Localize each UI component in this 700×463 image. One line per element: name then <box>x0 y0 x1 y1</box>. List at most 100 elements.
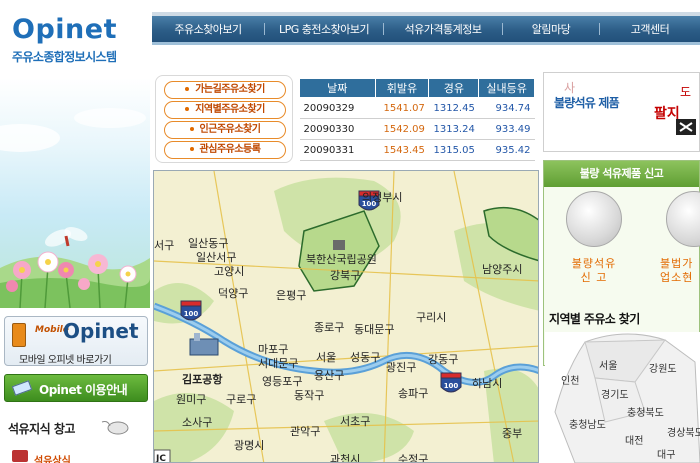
row-date: 20090330 <box>299 118 376 140</box>
bullet-icon <box>185 107 190 111</box>
quick-label: 가는길주유소찾기 <box>195 84 265 95</box>
price-table: 날짜 휘발유 경유 실내등유 20090329 1541.07 1312.45 … <box>299 78 535 161</box>
map-label: 광명시 <box>234 439 264 452</box>
guide-icon <box>11 380 33 396</box>
map-label: 구리시 <box>416 311 446 324</box>
phone-report-icon[interactable] <box>666 191 700 247</box>
row-diesel: 1313.24 <box>428 118 479 140</box>
region-label[interactable]: 충청남도 <box>569 419 606 431</box>
region-label[interactable]: 인천 <box>561 375 579 387</box>
korea-region-map[interactable]: 서울 인천 강원도 경기도 충청북도 충청남도 대전 경상북도 대구 <box>545 332 700 463</box>
oil-info-link[interactable]: 석유상식 <box>34 452 71 463</box>
map-label: 서구 <box>154 239 174 252</box>
region-label[interactable]: 대전 <box>625 435 643 447</box>
nav-item-customer-center[interactable]: 고객센터 <box>600 21 700 37</box>
oil-info-icon <box>12 450 28 462</box>
map-label: 서초구 <box>340 415 370 428</box>
mobile-phone-icon <box>12 323 26 347</box>
page: Opinet 주유소종합정보시스템 Mobile Opinet 모바일 오피넷 … <box>0 0 700 463</box>
mouse-icon <box>101 421 129 435</box>
region-label[interactable]: 강원도 <box>649 363 677 375</box>
map-label: 남양주시 <box>482 263 522 276</box>
table-row: 20090329 1541.07 1312.45 934.74 <box>299 97 535 119</box>
guide-label: Opinet 이용안내 <box>39 383 128 397</box>
flower-illustration <box>0 108 150 308</box>
map-canvas[interactable]: 100 100 100 의정부시 일산동구 서구 일산서구 덕양구 고양시 북한… <box>154 171 539 463</box>
region-label[interactable]: 대구 <box>657 449 675 461</box>
quick-label: 인근주유소찾기 <box>199 124 261 135</box>
shield-number: 100 <box>444 382 459 390</box>
nav-item-statistics[interactable]: 석유가격통계정보 <box>384 21 502 37</box>
map-label: 강동구 <box>428 353 458 366</box>
row-gasoline: 1542.09 <box>375 118 429 140</box>
map-label: 송파구 <box>398 387 428 400</box>
opinet-guide-button[interactable]: Opinet 이용안내 <box>4 374 148 402</box>
quick-route-search[interactable]: 가는길주유소찾기 <box>164 81 286 99</box>
map-label: 덕양구 <box>218 287 248 300</box>
bullet-icon <box>189 147 194 151</box>
banner-text-c: 도 <box>680 85 692 99</box>
row-gasoline: 1543.45 <box>375 139 429 161</box>
row-date: 20090331 <box>299 139 376 161</box>
region-search-title: 지역별 주유소 찾기 <box>549 312 640 326</box>
map-label: 고양시 <box>214 265 244 278</box>
report-left-label[interactable]: 불량석유 신 고 <box>558 257 630 285</box>
col-gasoline: 휘발유 <box>374 78 430 98</box>
map-label: 소사구 <box>182 416 212 429</box>
decorative-flower-scene <box>0 78 150 308</box>
map-label: 하남시 <box>472 376 502 390</box>
bad-oil-banner[interactable]: 사 불량석유 제품 팔지 도 <box>543 72 700 152</box>
table-row: 20090331 1543.45 1315.05 935.42 <box>299 139 535 161</box>
map-label: 수정구 <box>398 453 428 463</box>
row-date: 20090329 <box>299 97 376 119</box>
map-label: 마포구 <box>258 343 288 356</box>
map-label: 광진구 <box>386 361 416 374</box>
shield-number: 100 <box>184 310 199 318</box>
bullet-icon <box>189 127 194 131</box>
map-label: 동작구 <box>294 389 324 402</box>
map-label: 영등포구 <box>262 375 302 388</box>
gas-can-icon <box>676 119 696 135</box>
quick-nearby-search[interactable]: 인근주유소찾기 <box>164 121 286 139</box>
map-label: 김포공항 <box>182 372 222 386</box>
row-diesel: 1315.05 <box>428 139 479 161</box>
map-label: 강북구 <box>330 269 360 282</box>
map-label: 의정부시 <box>362 191 402 204</box>
map-label: 성동구 <box>350 351 380 364</box>
report-title[interactable]: 불량 석유제품 신고 <box>544 161 699 187</box>
row-kerosene: 935.42 <box>478 139 535 161</box>
main-navigation: 주유소찾아보기 LPG 충전소찾아보기 석유가격통계정보 알림마당 고객센터 <box>152 16 700 45</box>
region-map[interactable]: 서울 인천 강원도 경기도 충청북도 충청남도 대전 경상북도 대구 <box>545 332 700 463</box>
nav-item-stations[interactable]: 주유소찾아보기 <box>152 21 264 37</box>
quick-favorite-register[interactable]: 관심주유소등록 <box>164 141 286 159</box>
row-diesel: 1312.45 <box>428 97 479 119</box>
map-label: 용산구 <box>314 369 344 382</box>
opinet-logo[interactable]: Opinet <box>12 14 117 45</box>
nav-item-lpg[interactable]: LPG 충전소찾아보기 <box>265 21 383 37</box>
map-label: 종로구 <box>314 321 344 334</box>
region-label[interactable]: 경상북도 <box>667 426 700 439</box>
quick-label: 지역별주유소찾기 <box>195 104 265 115</box>
phone-report-icon[interactable] <box>566 191 622 247</box>
quick-links-panel: 가는길주유소찾기 지역별주유소찾기 인근주유소찾기 관심주유소등록 <box>155 75 293 163</box>
map-label: 북한산국립공원 <box>306 253 377 266</box>
right-column: 사 불량석유 제품 팔지 도 불량 석유제품 신고 불량석유 신 고 불법가 업… <box>541 70 700 463</box>
report-right-label[interactable]: 불법가 업소현 <box>660 257 700 285</box>
quick-label: 관심주유소등록 <box>199 144 261 155</box>
row-gasoline: 1541.07 <box>375 97 429 119</box>
knowledge-title[interactable]: 석유지식 창고 <box>8 420 75 437</box>
quick-region-search[interactable]: 지역별주유소찾기 <box>164 101 286 119</box>
mobile-opinet-card[interactable]: Mobile Opinet 모바일 오피넷 바로가기 <box>4 316 148 366</box>
region-label[interactable]: 경기도 <box>601 388 629 401</box>
left-column: Opinet 주유소종합정보시스템 Mobile Opinet 모바일 오피넷 … <box>0 0 152 463</box>
region-label[interactable]: 충청북도 <box>627 407 664 419</box>
map-label: 은평구 <box>276 289 306 302</box>
region-label[interactable]: 서울 <box>599 360 617 372</box>
station-map[interactable]: 100 100 100 의정부시 일산동구 서구 일산서구 덕양구 고양시 북한… <box>153 170 539 463</box>
logo-subtitle: 주유소종합정보시스템 <box>12 50 117 64</box>
col-kerosene: 실내등유 <box>478 78 535 98</box>
col-diesel: 경유 <box>428 78 480 98</box>
nav-item-notices[interactable]: 알림마당 <box>503 21 599 37</box>
map-label: 일산서구 <box>196 250 236 264</box>
map-scale-badge[interactable]: JC <box>155 454 166 463</box>
